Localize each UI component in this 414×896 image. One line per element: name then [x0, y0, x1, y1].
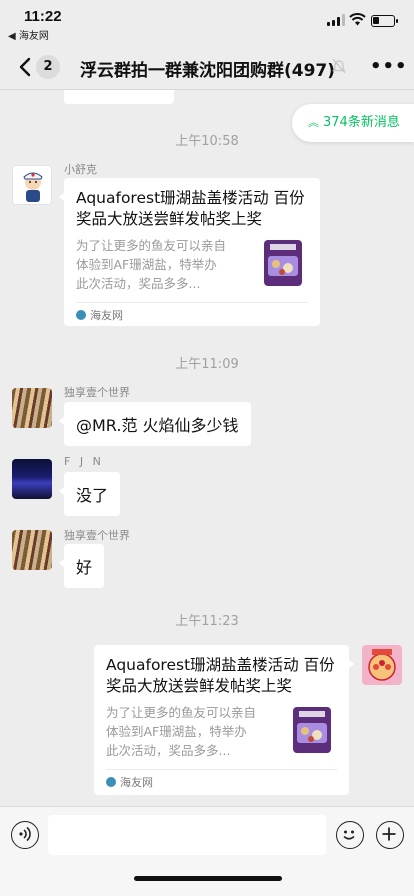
- source-logo-icon: [106, 777, 116, 787]
- source-logo-icon: [76, 310, 86, 320]
- partial-message-bubble[interactable]: [64, 90, 174, 104]
- card-title: Aquaforest珊湖盐盖楼活动 百份奖品大放送尝鲜发帖奖上奖: [106, 656, 335, 695]
- mute-bell-icon: [332, 58, 346, 74]
- avatar[interactable]: [12, 459, 52, 499]
- sender-name: F J N: [64, 455, 104, 468]
- plus-icon[interactable]: [376, 821, 404, 849]
- link-card-self[interactable]: Aquaforest珊湖盐盖楼活动 百份奖品大放送尝鲜发帖奖上奖 为了让更多的鱼…: [94, 645, 354, 795]
- status-time: 11:22: [24, 8, 62, 25]
- card-description: 为了让更多的鱼友可以亲自体验到AF珊湖盐，特举办此次活动，奖品多多...: [76, 238, 227, 291]
- card-source-label: 海友网: [90, 309, 123, 322]
- sender-name: 独享壹个世界: [64, 529, 130, 542]
- chat-header: 2 浮云群拍一群兼沈阳团购群(497) •••: [0, 44, 414, 90]
- avatar[interactable]: [12, 388, 52, 428]
- voice-icon[interactable]: [11, 821, 39, 849]
- unread-count-badge[interactable]: 2: [36, 55, 60, 79]
- card-description: 为了让更多的鱼友可以亲自体验到AF珊湖盐，特举办此次活动，奖品多多...: [106, 705, 257, 758]
- card-source: 海友网: [76, 302, 308, 328]
- card-thumbnail: [289, 705, 337, 755]
- card-thumbnail: [260, 238, 308, 288]
- message-list[interactable]: ︽ 374条新消息 上午10:58 小舒克 Aquaforest珊湖盐盖楼活动 百…: [0, 90, 414, 806]
- card-title: Aquaforest珊湖盐盖楼活动 百份奖品大放送尝鲜发帖奖上奖: [76, 189, 305, 228]
- card-source: 海友网: [106, 769, 337, 795]
- timestamp: 上午11:09: [175, 357, 239, 372]
- sender-name: 独享壹个世界: [64, 386, 130, 399]
- new-messages-label: 374条新消息: [323, 115, 400, 130]
- card-source-label: 海友网: [120, 776, 153, 789]
- wifi-icon: [349, 13, 366, 26]
- link-card[interactable]: Aquaforest珊湖盐盖楼活动 百份奖品大放送尝鲜发帖奖上奖 为了让更多的鱼…: [59, 178, 320, 328]
- status-bar: 11:22 ◀ 海友网: [0, 0, 414, 44]
- message-bubble[interactable]: 好: [58, 544, 105, 588]
- back-chevron-icon[interactable]: [16, 57, 34, 77]
- sender-name: 小舒克: [64, 163, 97, 176]
- sailor-avatar-icon: [23, 172, 43, 202]
- home-indicator[interactable]: [134, 876, 282, 881]
- emoji-icon[interactable]: [336, 821, 364, 849]
- chat-title: 浮云群拍一群兼沈阳团购群(497): [80, 61, 336, 81]
- avatar[interactable]: [12, 530, 52, 570]
- cartoon-avatar-icon: [368, 649, 396, 681]
- avatar[interactable]: [12, 165, 52, 205]
- battery-icon: [371, 15, 398, 27]
- message-bubble[interactable]: @MR.范 火焰仙多少钱: [59, 402, 251, 446]
- timestamp: 上午11:23: [175, 614, 239, 629]
- timestamp: 上午10:58: [175, 134, 239, 149]
- more-icon[interactable]: •••: [370, 56, 408, 77]
- input-bar: [0, 806, 414, 896]
- back-to-app-link[interactable]: ◀ 海友网: [8, 27, 49, 42]
- cellular-signal-icon: [327, 14, 345, 26]
- message-bubble[interactable]: 没了: [58, 472, 121, 516]
- message-input[interactable]: [48, 815, 326, 855]
- self-avatar[interactable]: [362, 645, 402, 685]
